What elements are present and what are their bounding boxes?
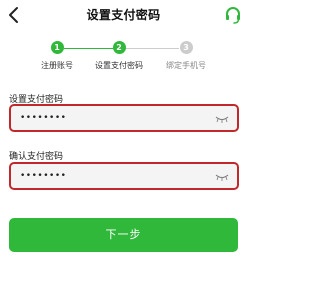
confirm-password-value: ••••••••: [20, 171, 67, 181]
next-step-button[interactable]: 下一步: [9, 218, 238, 252]
confirm-password-field[interactable]: ••••••••: [9, 162, 239, 190]
password-field[interactable]: ••••••••: [9, 104, 239, 132]
eye-closed-icon[interactable]: [215, 173, 229, 181]
eye-closed-icon[interactable]: [215, 115, 229, 123]
step-3: 3 绑定手机号: [151, 41, 221, 71]
headset-icon[interactable]: [223, 5, 243, 25]
step-2-label: 设置支付密码: [95, 61, 143, 70]
password-value: ••••••••: [20, 113, 67, 123]
step-2: 2 设置支付密码: [84, 41, 154, 71]
confirm-password-label: 确认支付密码: [9, 152, 64, 162]
page-title: 设置支付密码: [86, 8, 161, 22]
top-bar: 设置支付密码: [0, 0, 247, 30]
step-3-circle: 3: [179, 41, 193, 54]
step-3-label: 绑定手机号: [166, 61, 206, 70]
step-2-circle: 2: [112, 41, 126, 54]
step-1: 1 注册账号: [22, 41, 92, 71]
step-1-label: 注册账号: [41, 61, 73, 70]
step-1-circle: 1: [50, 41, 64, 54]
step-progress: 1 注册账号 2 设置支付密码 3 绑定手机号: [0, 38, 247, 72]
